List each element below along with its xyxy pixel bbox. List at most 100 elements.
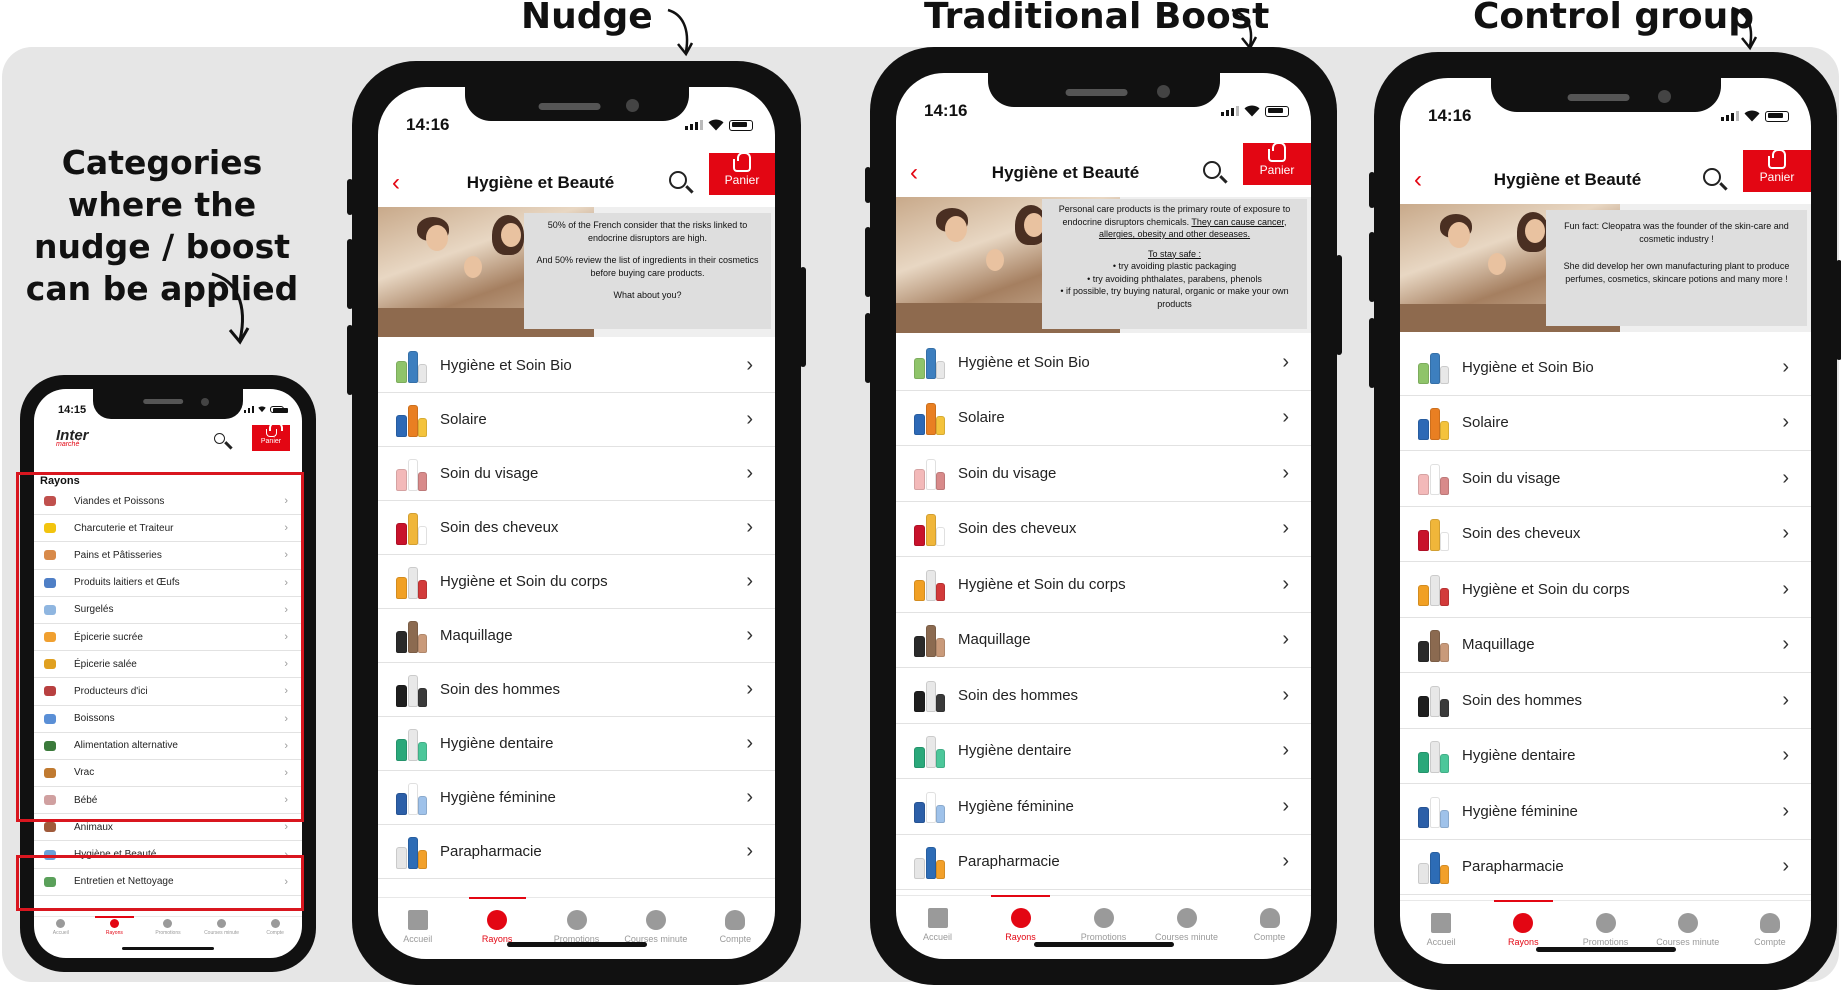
banner-bullet: if possible, try buying natural, organic…	[1048, 285, 1301, 310]
category-label: Soin du visage	[958, 464, 1057, 482]
tab-compte[interactable]: Compte	[1729, 901, 1811, 960]
app-bar: ‹ Hygiène et Beauté Panier	[896, 142, 1311, 195]
category-row[interactable]: Hygiène dentaire ›	[896, 724, 1311, 779]
tab-courses-minute[interactable]: Courses minute	[616, 898, 695, 957]
banner-message: Personal care products is the primary ro…	[1042, 199, 1307, 329]
chevron-right-icon: ›	[746, 678, 753, 700]
tab-compte[interactable]: Compte	[1228, 896, 1311, 955]
intermarche-logo[interactable]: Inter marché	[56, 427, 89, 448]
category-row[interactable]: Solaire ›	[1400, 396, 1811, 451]
tab-promotions[interactable]: Promotions	[141, 917, 195, 944]
chevron-right-icon: ›	[1282, 794, 1289, 817]
category-row[interactable]: Maquillage ›	[896, 613, 1311, 668]
banner-line-2: She did develop her own manufacturing pl…	[1563, 261, 1790, 284]
category-row[interactable]: Solaire ›	[378, 393, 775, 447]
tab-promotions[interactable]: Promotions	[537, 898, 616, 957]
category-row[interactable]: Soin des hommes ›	[896, 668, 1311, 724]
speaker	[1065, 89, 1128, 96]
category-row[interactable]: Hygiène féminine ›	[1400, 784, 1811, 840]
chevron-right-icon: ›	[1782, 799, 1789, 822]
category-row[interactable]: Soin des cheveux ›	[378, 501, 775, 555]
chevron-right-icon: ›	[1282, 572, 1289, 595]
signal-icon	[1721, 111, 1739, 121]
banner-heading: To stay safe :	[1147, 248, 1202, 259]
control-phone: 14:16 ‹ Hygiène et Beauté Panier Fun fac…	[1369, 52, 1841, 990]
rayons-list-icon	[1513, 913, 1534, 933]
category-row[interactable]: Hygiène et Soin du corps ›	[1400, 562, 1811, 618]
category-row[interactable]: Hygiène et Soin du corps ›	[896, 557, 1311, 613]
category-row[interactable]: Soin des cheveux ›	[896, 502, 1311, 557]
category-row[interactable]: Hygiène et Soin du corps ›	[378, 555, 775, 609]
category-row[interactable]: Soin des hommes ›	[1400, 673, 1811, 729]
tab-label: Compte	[1253, 932, 1286, 942]
tab-label: Courses minute	[204, 930, 240, 936]
category-row[interactable]: Hygiène et Soin Bio ›	[378, 339, 775, 393]
search-icon[interactable]	[1203, 161, 1221, 179]
tab-accueil[interactable]: Accueil	[378, 898, 457, 957]
category-row[interactable]: Solaire ›	[896, 391, 1311, 446]
tab-compte[interactable]: Compte	[696, 898, 775, 957]
makeup-icon	[394, 619, 428, 653]
sunscreen-icon	[912, 401, 946, 435]
wifi-icon	[1244, 105, 1260, 117]
panier-button[interactable]: Panier	[709, 152, 775, 195]
bio-products-icon	[394, 349, 428, 383]
category-row[interactable]: Hygiène et Soin Bio ›	[1400, 340, 1811, 396]
tab-accueil[interactable]: Accueil	[896, 896, 979, 955]
mens-care-icon	[394, 673, 428, 707]
category-row[interactable]: Soin du visage ›	[378, 447, 775, 501]
category-row[interactable]: Parapharmacie ›	[378, 825, 775, 879]
battery-icon	[729, 119, 753, 131]
category-row[interactable]: Hygiène dentaire ›	[378, 717, 775, 771]
tab-compte[interactable]: Compte	[248, 917, 302, 944]
tab-accueil[interactable]: Accueil	[1400, 901, 1482, 960]
panier-button[interactable]: Panier	[252, 422, 290, 451]
category-label: Soin des hommes	[958, 686, 1079, 704]
panier-button[interactable]: Panier	[1243, 142, 1311, 185]
category-row[interactable]: Soin des hommes ›	[378, 663, 775, 717]
category-list: Hygiène et Soin Bio › Solaire › Soin du visa…	[378, 339, 775, 879]
banner-line-2: And 50% review the list of ingredients i…	[536, 255, 759, 278]
search-icon[interactable]	[669, 171, 687, 189]
chevron-right-icon: ›	[1782, 577, 1789, 600]
category-row[interactable]: Parapharmacie ›	[1400, 840, 1811, 895]
tab-bar: Accueil Rayons Promotions Courses minute Com…	[34, 916, 302, 944]
category-label: Soin des hommes	[440, 681, 561, 698]
speaker	[1567, 94, 1630, 101]
tab-rayons[interactable]: Rayons	[88, 916, 142, 944]
category-row[interactable]: Maquillage ›	[378, 609, 775, 663]
tab-label: Courses minute	[1656, 937, 1720, 947]
panier-label: Panier	[724, 173, 760, 187]
chevron-right-icon: ›	[1282, 683, 1289, 706]
category-row[interactable]: Hygiène féminine ›	[378, 771, 775, 825]
category-row[interactable]: Parapharmacie ›	[896, 835, 1311, 890]
sunscreen-icon	[1416, 406, 1450, 440]
category-label: Soin des cheveux	[1462, 525, 1581, 543]
search-icon[interactable]	[1703, 168, 1721, 186]
category-row[interactable]: Hygiène et Soin Bio ›	[896, 335, 1311, 391]
arrow-boost-icon	[1231, 8, 1258, 51]
chevron-right-icon: ›	[1282, 350, 1289, 373]
body-care-icon	[394, 565, 428, 599]
tab-accueil[interactable]: Accueil	[34, 917, 88, 944]
tab-courses-minute[interactable]: Courses minute	[195, 917, 249, 944]
category-row[interactable]: Hygiène féminine ›	[896, 779, 1311, 835]
arrow-control-icon	[1731, 6, 1758, 51]
tab-label: Rayons	[105, 930, 123, 936]
panier-button[interactable]: Panier	[1743, 149, 1811, 192]
category-row[interactable]: Soin des cheveux ›	[1400, 507, 1811, 562]
tab-rayons[interactable]: Rayons	[457, 897, 536, 957]
category-row[interactable]: Soin du visage ›	[1400, 451, 1811, 507]
category-row[interactable]: Hygiène dentaire ›	[1400, 729, 1811, 784]
status-time: 14:16	[1428, 106, 1472, 125]
category-label: Hygiène et Soin Bio	[1462, 358, 1594, 376]
category-row[interactable]: Maquillage ›	[1400, 618, 1811, 673]
pharmacy-icon	[1416, 850, 1450, 884]
notch	[464, 87, 689, 121]
status-time: 14:16	[924, 101, 968, 120]
toothpaste-icon	[1416, 739, 1450, 773]
category-label: Hygiène féminine	[440, 789, 556, 806]
search-icon[interactable]	[214, 433, 225, 444]
category-label: Maquillage	[1462, 636, 1535, 654]
category-row[interactable]: Soin du visage ›	[896, 446, 1311, 502]
